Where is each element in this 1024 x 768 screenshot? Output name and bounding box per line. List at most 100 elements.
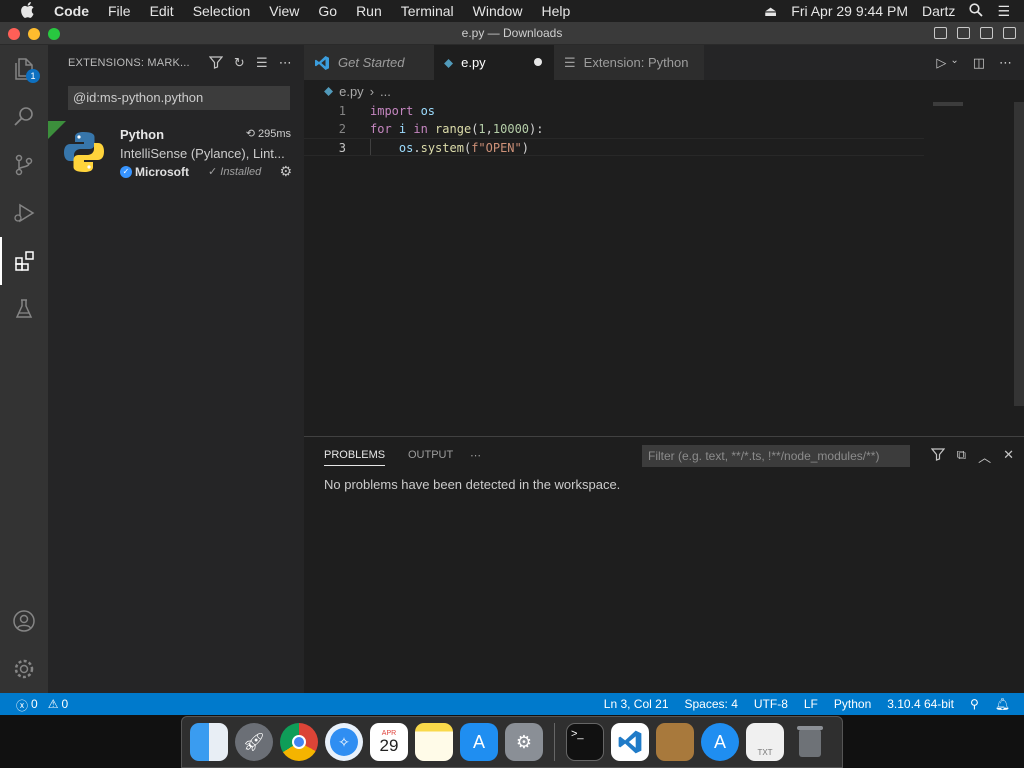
python-interpreter[interactable]: 3.10.4 64-bit — [887, 697, 954, 711]
window-title: e.py — Downloads — [461, 26, 563, 40]
minimap-slider[interactable] — [933, 102, 963, 106]
split-editor-icon[interactable]: ◫ — [973, 55, 985, 71]
menu-run[interactable]: Run — [356, 3, 382, 19]
trash-icon[interactable] — [791, 723, 829, 761]
breadcrumb-symbols[interactable]: ... — [380, 84, 391, 99]
extension-time-value: 295ms — [257, 128, 291, 140]
code-line-current[interactable]: 3 os.system(f"OPEN") — [304, 138, 924, 156]
terminal-icon[interactable]: >_ — [566, 723, 604, 761]
app-store-icon[interactable]: A — [460, 723, 498, 761]
history-icon: ⟲ — [245, 128, 255, 140]
vertical-scrollbar[interactable] — [1014, 102, 1024, 406]
encoding[interactable]: UTF-8 — [754, 697, 788, 711]
window-titlebar: e.py — Downloads — [0, 22, 1024, 45]
text-document-icon[interactable]: TXT — [746, 723, 784, 761]
code-editor[interactable]: 1 import os 2 for i in range(1,10000): 3… — [304, 102, 1024, 436]
app-store-download-icon[interactable]: A — [701, 723, 739, 761]
code-line[interactable]: 2 for i in range(1,10000): — [304, 120, 924, 138]
unsaved-dot-icon[interactable] — [534, 58, 542, 66]
extensions-button[interactable] — [0, 237, 48, 285]
menubar-user[interactable]: Dartz — [922, 3, 955, 19]
system-preferences-icon[interactable]: ⚙ — [505, 723, 543, 761]
chrome-icon[interactable] — [280, 723, 318, 761]
menu-view[interactable]: View — [269, 3, 299, 19]
manage-button[interactable] — [0, 645, 48, 693]
menu-app-code[interactable]: Code — [54, 3, 89, 19]
calendar-icon[interactable]: APR 29 — [370, 723, 408, 761]
testing-button[interactable] — [0, 285, 48, 333]
safari-icon[interactable]: ✧ — [325, 723, 363, 761]
cursor-position[interactable]: Ln 3, Col 21 — [604, 697, 669, 711]
chevron-down-icon[interactable]: ⌄ — [950, 55, 958, 71]
bottom-panel: PROBLEMS OUTPUT ⋯ Filter (e.g. text, **/… — [304, 436, 1024, 693]
maximize-panel-icon[interactable]: ︿ — [978, 447, 991, 466]
language-mode[interactable]: Python — [834, 697, 871, 711]
code-line[interactable]: 1 import os — [304, 102, 924, 120]
apple-menu-icon[interactable] — [20, 1, 36, 21]
tab-extension-python[interactable]: ☰ Extension: Python — [554, 45, 704, 80]
feedback-icon[interactable]: ⚲ — [970, 697, 979, 711]
control-center-icon[interactable]: ☰ — [997, 3, 1010, 20]
extension-list-item[interactable]: Python ⟲ 295ms IntelliSense (Pylance), L… — [48, 121, 304, 183]
tab-e-py[interactable]: ⬥ e.py — [434, 45, 554, 80]
tab-output[interactable]: OUTPUT — [408, 449, 453, 461]
warning-count: 0 — [61, 697, 69, 711]
collapse-all-icon[interactable]: ⧉ — [957, 447, 966, 466]
more-actions-icon[interactable]: ⋯ — [279, 55, 292, 72]
accounts-button[interactable] — [0, 597, 48, 645]
menu-selection[interactable]: Selection — [193, 3, 251, 19]
filter-icon[interactable] — [930, 447, 946, 466]
extension-settings-icon[interactable]: ⚙ — [279, 163, 292, 180]
tab-get-started[interactable]: Get Started — [304, 45, 434, 80]
refresh-icon[interactable]: ↻ — [234, 55, 245, 72]
more-panels-icon[interactable]: ⋯ — [470, 449, 481, 462]
search-view-button[interactable] — [0, 93, 48, 141]
run-debug-button[interactable] — [0, 189, 48, 237]
menubar-datetime[interactable]: Fri Apr 29 9:44 PM — [791, 3, 908, 19]
explorer-badge: 1 — [26, 69, 40, 83]
eject-icon[interactable]: ⏏ — [764, 3, 777, 20]
explorer-button[interactable]: 1 — [0, 45, 48, 93]
notifications-bell-icon[interactable]: 🔔︎ — [995, 697, 1010, 711]
extension-description: IntelliSense (Pylance), Lint... — [120, 146, 285, 161]
tab-problems[interactable]: PROBLEMS — [324, 449, 386, 466]
menu-help[interactable]: Help — [541, 3, 570, 19]
close-panel-icon[interactable]: ✕ — [1003, 447, 1014, 466]
notes-icon[interactable] — [415, 723, 453, 761]
menu-file[interactable]: File — [108, 3, 131, 19]
launchpad-icon[interactable]: 🚀︎ — [235, 723, 273, 761]
menu-go[interactable]: Go — [318, 3, 337, 19]
toggle-panel-icon[interactable] — [957, 27, 970, 39]
problems-filter-input[interactable]: Filter (e.g. text, **/*.ts, !**/node_mod… — [642, 445, 910, 467]
customize-layout-icon[interactable] — [1003, 27, 1016, 39]
menu-edit[interactable]: Edit — [150, 3, 174, 19]
clear-results-icon[interactable]: ☰ — [256, 55, 268, 72]
indentation[interactable]: Spaces: 4 — [685, 697, 738, 711]
end-of-line[interactable]: LF — [804, 697, 818, 711]
vscode-dock-icon[interactable] — [611, 723, 649, 761]
toggle-secondary-sidebar-icon[interactable] — [980, 27, 993, 39]
editor-tabs: Get Started ⬥ e.py ☰ Extension: Python ▷… — [304, 45, 1024, 80]
gear-icon — [14, 659, 34, 679]
python-logo-icon — [64, 132, 104, 172]
spotlight-search-icon[interactable] — [969, 2, 984, 20]
publisher-name: Microsoft — [135, 165, 189, 179]
extension-preview-icon: ☰ — [564, 54, 576, 70]
toggle-sidebar-icon[interactable] — [934, 27, 947, 39]
run-python-file-icon[interactable]: ▷ — [936, 55, 946, 71]
minimap[interactable] — [929, 102, 1024, 436]
verified-publisher-icon: ✓ — [120, 166, 132, 178]
extensions-search-input[interactable]: @id:ms-python.python — [68, 86, 290, 110]
line-number: 1 — [338, 104, 346, 118]
menu-terminal[interactable]: Terminal — [401, 3, 454, 19]
finder-icon[interactable] — [190, 723, 228, 761]
breadcrumb-file[interactable]: e.py — [339, 84, 364, 99]
more-actions-icon[interactable]: ⋯ — [999, 55, 1012, 71]
filter-icon[interactable] — [208, 55, 224, 72]
archive-utility-icon[interactable] — [656, 723, 694, 761]
menu-window[interactable]: Window — [473, 3, 523, 19]
problems-status[interactable]: ⓧ 0 ⚠ 0 — [16, 697, 68, 714]
source-control-button[interactable] — [0, 141, 48, 189]
calendar-day: 29 — [379, 735, 399, 755]
line-number: 3 — [338, 141, 346, 155]
